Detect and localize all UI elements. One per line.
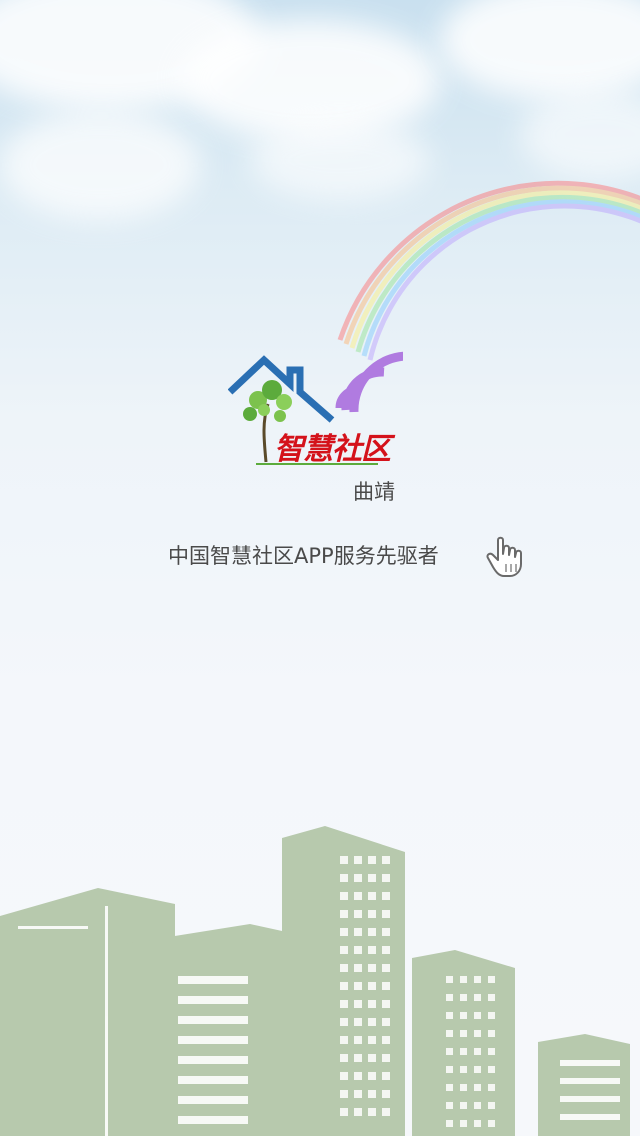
city-name: 曲靖: [353, 480, 395, 504]
app-logo: 智慧社区: [228, 350, 403, 470]
city-skyline: [0, 826, 630, 1136]
sky-background: [0, 0, 640, 560]
rainbow: [337, 180, 640, 361]
hand-pointer-icon: [486, 536, 526, 578]
slogan-text: 中国智慧社区APP服务先驱者: [168, 544, 439, 568]
logo-title: 智慧社区: [274, 432, 391, 467]
wifi-signal-icon: [335, 351, 403, 413]
